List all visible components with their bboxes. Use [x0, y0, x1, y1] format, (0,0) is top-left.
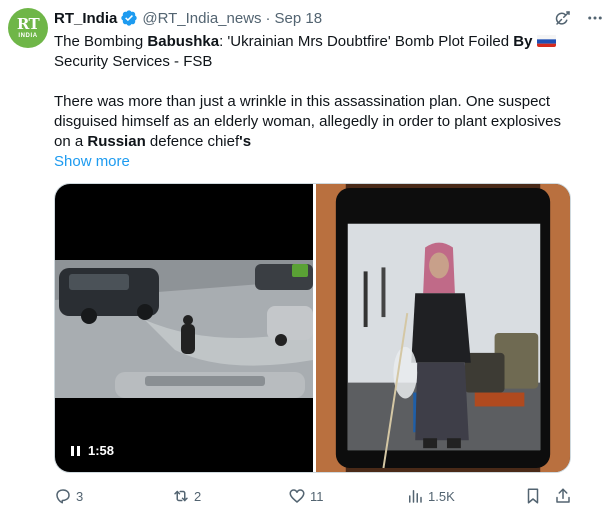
avatar[interactable]: RT INDIA: [8, 8, 48, 48]
show-more-link[interactable]: Show more: [54, 153, 130, 170]
pause-icon[interactable]: [71, 445, 80, 456]
views-icon: [409, 490, 422, 503]
bookmark-icon: [527, 488, 539, 504]
author-name[interactable]: RT_India: [54, 10, 117, 27]
reply-button[interactable]: 3: [54, 487, 83, 505]
tweet-header: RT_India @RT_India_news · Sep 18: [54, 8, 605, 28]
video-player[interactable]: 1:58: [55, 184, 313, 472]
more-icon[interactable]: [585, 8, 605, 28]
video-controls: 1:58: [71, 443, 114, 458]
tweet-date[interactable]: Sep 18: [275, 10, 323, 27]
like-icon: [289, 489, 305, 503]
tweet-headline-line2: Security Services - FSB: [54, 53, 213, 70]
headline-text: The Bombing: [54, 33, 148, 50]
tweet-headline: The Bombing Babushka: 'Ukrainian Mrs Dou…: [54, 32, 574, 52]
reply-count: 3: [76, 488, 84, 504]
author-handle[interactable]: @RT_India_news: [142, 10, 261, 27]
avatar-logo-text: RT: [16, 15, 40, 33]
share-icon: [556, 488, 570, 503]
repost-button[interactable]: 2: [172, 487, 201, 505]
paragraph-text: defence chief: [145, 133, 240, 150]
headline-text: : 'Ukrainian Mrs Doubtfire' Bomb Plot Fo…: [219, 33, 514, 50]
headline-bold: Babushka: [147, 33, 220, 50]
separator: ·: [265, 9, 271, 27]
tweet-text: The Bombing Babushka: 'Ukrainian Mrs Dou…: [54, 32, 574, 172]
like-button[interactable]: 11: [288, 487, 324, 505]
paragraph-bold: Russian: [87, 133, 146, 150]
photo-image: [316, 184, 570, 472]
share-button[interactable]: [554, 487, 572, 505]
avatar-logo-subtext: INDIA: [18, 33, 38, 39]
verified-icon[interactable]: [120, 9, 138, 27]
like-count: 11: [310, 488, 324, 504]
action-bar: 3 2 11 1.5K: [54, 486, 575, 506]
paragraph-bold: 's: [239, 133, 252, 150]
video-frame: [55, 260, 313, 398]
russia-flag-icon: [536, 34, 556, 47]
tweet-paragraph: There was more than just a wrinkle in th…: [54, 92, 574, 152]
views-count: 1.5K: [428, 488, 455, 504]
video-duration: 1:58: [88, 443, 115, 458]
media-grid: 1:58: [54, 183, 571, 473]
headline-bold: By: [513, 33, 533, 50]
repost-icon: [174, 490, 188, 502]
reply-icon: [56, 489, 70, 504]
rt-watermark-icon: [292, 264, 308, 277]
bookmark-button[interactable]: [524, 487, 542, 505]
media-photo[interactable]: [316, 184, 570, 472]
repost-count: 2: [194, 488, 202, 504]
grok-icon[interactable]: [553, 8, 573, 28]
views-button[interactable]: 1.5K: [406, 487, 455, 505]
